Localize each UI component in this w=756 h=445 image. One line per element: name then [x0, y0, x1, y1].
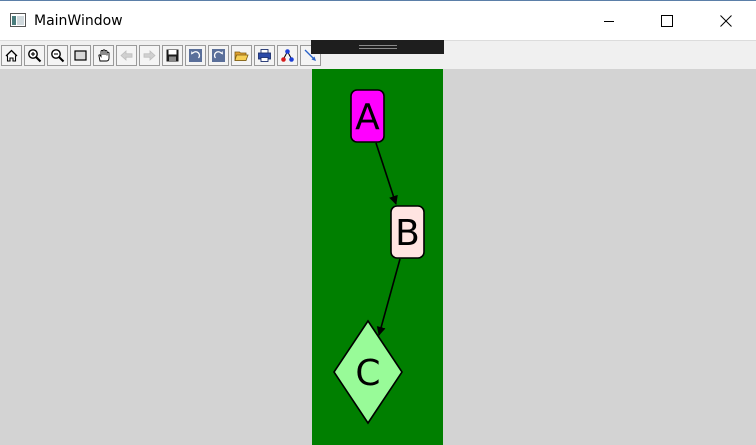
dock-splitter-handle[interactable]	[311, 40, 444, 54]
save-button[interactable]	[162, 45, 183, 66]
node-b[interactable]: B	[390, 205, 425, 259]
pan-hand-icon	[98, 49, 110, 62]
zoom-out-button[interactable]	[47, 45, 68, 66]
node-c-label: C	[355, 353, 380, 394]
back-button[interactable]	[116, 45, 137, 66]
rectangle-select-icon	[74, 50, 87, 61]
app-window-icon	[10, 13, 26, 27]
edge-a-b[interactable]	[375, 142, 398, 205]
close-icon	[720, 15, 732, 27]
home-button[interactable]	[1, 45, 22, 66]
pan-button[interactable]	[93, 45, 114, 66]
title-bar[interactable]: MainWindow	[0, 0, 756, 40]
undo-icon	[189, 49, 202, 62]
open-button[interactable]	[231, 45, 252, 66]
graph-layout-button[interactable]	[277, 45, 298, 66]
node-a-label: A	[355, 97, 380, 138]
minimize-icon	[604, 21, 614, 22]
graph-layout-icon	[281, 49, 294, 62]
maximize-button[interactable]	[638, 1, 696, 41]
redo-button[interactable]	[208, 45, 229, 66]
minimize-button[interactable]	[580, 1, 638, 41]
open-folder-icon	[234, 51, 249, 61]
graph-svg: A B C	[333, 89, 425, 425]
home-icon	[5, 49, 18, 62]
zoom-out-icon	[51, 49, 65, 63]
print-button[interactable]	[254, 45, 275, 66]
main-window: MainWindow A B C	[0, 0, 756, 445]
node-c[interactable]: C	[333, 319, 403, 425]
node-a[interactable]: A	[350, 89, 385, 143]
node-b-label: B	[395, 213, 420, 254]
forward-arrow-icon	[143, 50, 156, 61]
zoom-in-icon	[28, 49, 42, 63]
back-arrow-icon	[120, 50, 133, 61]
redo-icon	[212, 49, 225, 62]
zoom-in-button[interactable]	[24, 45, 45, 66]
splitter-grip	[359, 45, 397, 49]
graph-view[interactable]: A B C	[312, 69, 443, 445]
window-title: MainWindow	[34, 13, 123, 29]
rectangle-select-button[interactable]	[70, 45, 91, 66]
edge-b-c[interactable]	[376, 258, 401, 336]
undo-button[interactable]	[185, 45, 206, 66]
close-button[interactable]	[697, 1, 755, 41]
maximize-icon	[661, 15, 673, 27]
save-icon	[166, 49, 179, 62]
graph-canvas-area[interactable]: A B C	[0, 69, 756, 445]
forward-button[interactable]	[139, 45, 160, 66]
print-icon	[258, 49, 271, 62]
